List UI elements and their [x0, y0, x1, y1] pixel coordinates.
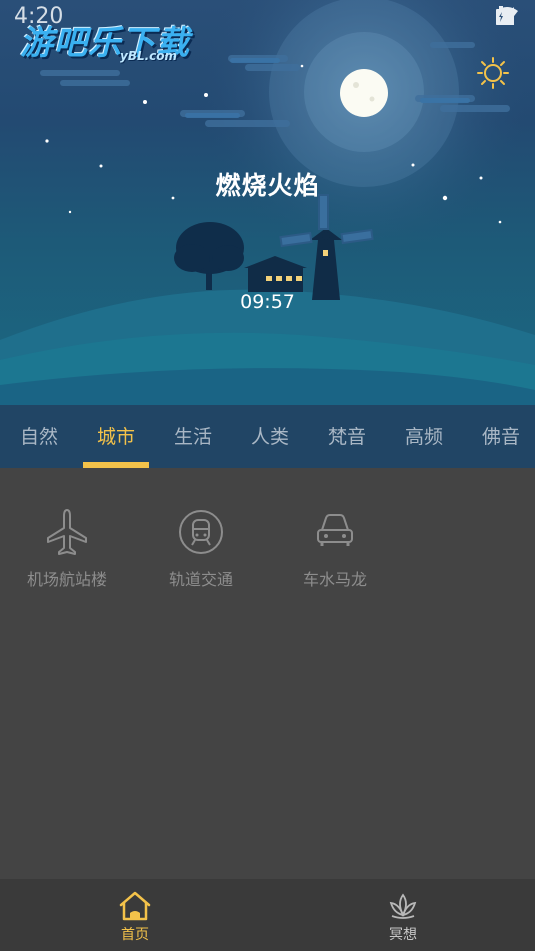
sound-item-airport[interactable]: 机场航站楼	[7, 498, 127, 590]
sound-item-traffic[interactable]: 车水马龙	[275, 498, 395, 590]
bottom-navigation: 首页 冥想	[0, 879, 535, 951]
tab-sanskrit[interactable]: 梵音	[328, 422, 366, 449]
tab-high-frequency[interactable]: 高频	[405, 422, 443, 449]
train-icon	[179, 510, 223, 554]
sound-grid: 机场航站楼 轨道交通 车水马龙	[0, 468, 535, 879]
now-playing-title: 燃烧火焰	[215, 171, 320, 200]
sound-item-label: 车水马龙	[302, 570, 367, 589]
tab-life[interactable]: 生活	[174, 422, 212, 449]
nav-home[interactable]: 首页	[65, 879, 205, 951]
sun-theme-button[interactable]	[477, 57, 509, 89]
battery-icon	[496, 6, 506, 25]
tab-human[interactable]: 人类	[251, 422, 289, 449]
nav-home-label: 首页	[121, 927, 149, 943]
tab-city[interactable]: 城市	[97, 422, 135, 449]
tab-nature[interactable]: 自然	[20, 422, 58, 449]
timer-display[interactable]: 09:57	[0, 291, 535, 313]
home-icon	[119, 891, 151, 921]
sound-item-rail[interactable]: 轨道交通	[141, 498, 261, 590]
sun-icon	[477, 57, 509, 89]
tab-buddhist[interactable]: 佛音	[482, 422, 520, 449]
category-tabs: 自然 城市 生活 人类 梵音 高频 佛音	[0, 405, 535, 468]
airplane-icon	[47, 509, 87, 555]
nav-meditation-label: 冥想	[389, 927, 417, 943]
nav-meditation[interactable]: 冥想	[333, 879, 473, 951]
hero-banner: 4:20 游吧乐下载 yBL.com 燃烧火焰 09:57	[0, 0, 535, 405]
watermark-logo-sub: yBL.com	[120, 49, 178, 63]
car-icon	[317, 514, 353, 546]
sound-item-label: 机场航站楼	[26, 570, 107, 589]
lotus-icon	[389, 893, 417, 919]
sound-item-label: 轨道交通	[168, 570, 233, 589]
